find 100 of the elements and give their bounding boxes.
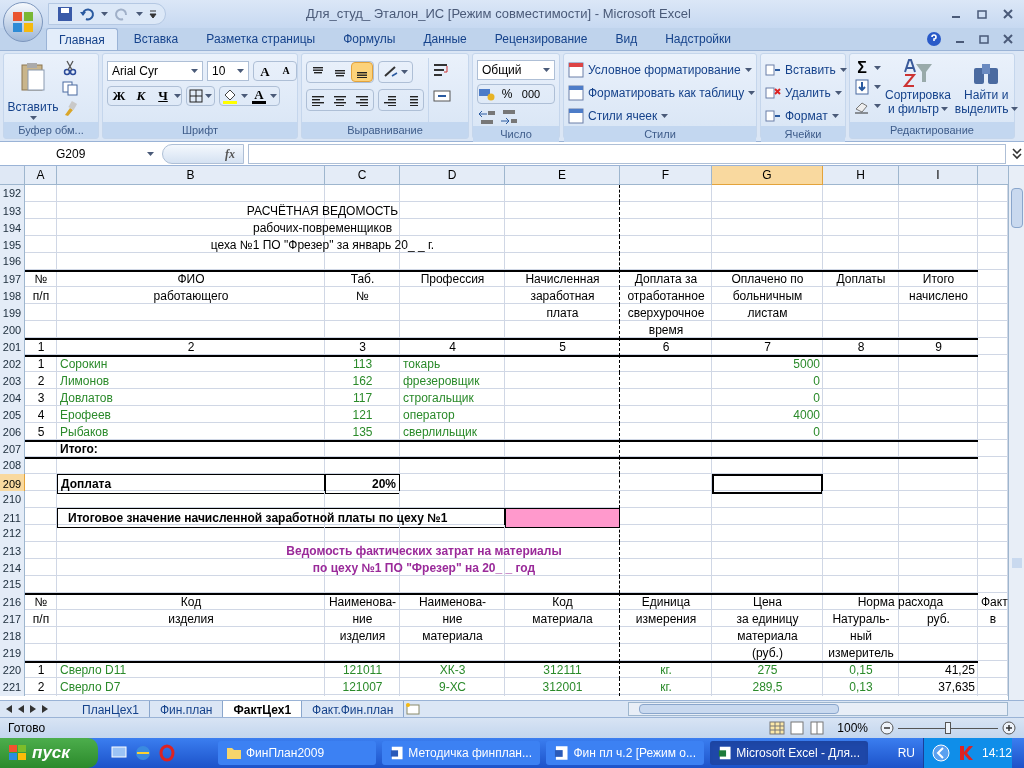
ribbon-tab[interactable]: Данные [411, 28, 479, 50]
column-header[interactable]: C [325, 166, 400, 185]
table-cell[interactable]: фрезеровщик [400, 372, 505, 390]
table-cell[interactable]: Итоговое значение начисленной заработной платы по цеху №1 [57, 508, 505, 528]
selected-cell[interactable] [712, 474, 823, 494]
table-cell[interactable]: работающего [57, 287, 325, 305]
table-cell[interactable]: Факт [978, 593, 1008, 611]
ribbon-tab[interactable]: Разметка страницы [194, 28, 328, 50]
sort-filter-button[interactable]: Сортировка и фильтр [885, 58, 951, 122]
caret-icon[interactable] [874, 66, 881, 70]
caret-icon[interactable] [241, 94, 248, 98]
bold-button[interactable]: Ж [108, 86, 130, 106]
ribbon-tab[interactable]: Рецензирование [482, 28, 600, 50]
table-cell[interactable]: 41,25 [899, 661, 978, 679]
table-cell[interactable]: ние [325, 610, 400, 628]
row-header[interactable]: 207 [0, 440, 25, 458]
taskbar-button[interactable]: Методичка финплан... [382, 741, 540, 765]
table-cell[interactable]: 37,635 [899, 678, 978, 696]
grow-font-button[interactable]: A [254, 62, 276, 80]
row-header[interactable]: 218 [0, 627, 25, 645]
column-header[interactable]: F [620, 166, 712, 185]
row-header[interactable]: 215 [0, 576, 25, 593]
style-menu-button[interactable]: Стили ячеек [568, 106, 756, 126]
table-cell[interactable]: 0 [712, 423, 823, 441]
caret-icon[interactable] [147, 151, 154, 156]
row-header[interactable]: 220 [0, 661, 25, 679]
caret-icon[interactable] [136, 12, 143, 16]
table-cell[interactable]: Цена [712, 593, 823, 611]
column-header[interactable]: G [712, 166, 823, 185]
table-cell[interactable]: по цеху №1 ПО "Фрезер" на 20_ _ год [25, 559, 823, 577]
table-cell[interactable]: 0,15 [823, 661, 899, 679]
table-cell[interactable]: Сверло D11 [57, 661, 325, 679]
row-header[interactable]: 219 [0, 644, 25, 662]
caret-icon[interactable] [29, 116, 37, 120]
horizontal-scrollbar[interactable] [628, 702, 1008, 716]
cells-menu-button[interactable]: Вставить [765, 60, 847, 80]
table-cell[interactable]: 4 [400, 338, 505, 356]
vertical-align-button[interactable] [351, 62, 373, 82]
table-cell[interactable]: Профессия [400, 270, 505, 288]
table-cell[interactable]: измеритель [823, 644, 899, 662]
table-cell[interactable]: 121007 [325, 678, 400, 696]
table-cell[interactable]: ХК-3 [400, 661, 505, 679]
formula-field[interactable] [248, 143, 1006, 164]
table-cell[interactable]: № [325, 287, 400, 305]
currency-icon[interactable] [478, 87, 496, 101]
table-cell[interactable]: Норма расхода [823, 593, 978, 611]
table-cell[interactable]: № [25, 593, 57, 611]
caret-icon[interactable] [839, 68, 847, 72]
row-header[interactable]: 203 [0, 372, 25, 390]
row-header[interactable]: 192 [0, 185, 25, 202]
table-cell[interactable]: оператор [400, 406, 505, 424]
table-cell[interactable]: 3 [325, 338, 400, 356]
table-cell[interactable]: Доплаты [823, 270, 899, 288]
table-cell[interactable]: Код [505, 593, 620, 611]
caret-icon[interactable] [661, 114, 669, 118]
table-cell[interactable]: 9-ХС [400, 678, 505, 696]
table-cell[interactable]: токарь [400, 355, 505, 373]
row-header[interactable]: 213 [0, 542, 25, 560]
row-header[interactable]: 202 [0, 355, 25, 373]
percent-button[interactable]: % [496, 85, 518, 103]
table-cell[interactable]: 5 [25, 423, 57, 441]
table-cell[interactable]: цеха №1 ПО "Фрезер" за январь 20_ _ г. [25, 236, 620, 254]
table-cell[interactable]: 5000 [712, 355, 823, 373]
table-cell[interactable]: кг. [620, 678, 712, 696]
table-cell[interactable]: ФИО [57, 270, 325, 288]
table-cell[interactable]: Итого: [57, 440, 325, 458]
office-button[interactable] [3, 2, 43, 42]
row-header[interactable]: 205 [0, 406, 25, 424]
taskbar-button[interactable]: Фин пл ч.2 [Режим о... [546, 741, 704, 765]
table-cell[interactable]: Ведомость фактических затрат на материалы [25, 542, 823, 560]
vertical-scrollbar[interactable] [1008, 166, 1024, 700]
table-cell[interactable]: плата [505, 304, 620, 322]
table-cell[interactable]: 7 [712, 338, 823, 356]
cells-menu-button[interactable]: Удалить [765, 83, 847, 103]
fill-down-icon[interactable] [854, 79, 870, 95]
table-cell[interactable]: Наименова- [325, 593, 400, 611]
table-cell[interactable]: ние [400, 610, 505, 628]
table-cell[interactable]: 0 [712, 372, 823, 390]
table-cell[interactable]: 4000 [712, 406, 823, 424]
table-cell[interactable]: 275 [712, 661, 823, 679]
zoom-out-icon[interactable] [880, 721, 894, 735]
column-header[interactable]: D [400, 166, 505, 185]
table-cell[interactable]: 113 [325, 355, 400, 373]
language-indicator[interactable]: RU [897, 744, 915, 762]
table-cell[interactable]: 2 [25, 372, 57, 390]
table-cell[interactable]: п/п [25, 610, 57, 628]
table-cell[interactable]: ный [823, 627, 899, 645]
merge-cells-icon[interactable] [433, 88, 451, 104]
table-cell[interactable]: 117 [325, 389, 400, 407]
table-cell[interactable]: листам [712, 304, 823, 322]
restore-icon[interactable] [978, 33, 990, 45]
table-cell[interactable]: 1 [25, 355, 57, 373]
table-cell[interactable]: материала [505, 610, 620, 628]
page-break-icon[interactable] [809, 721, 826, 735]
zoom-in-icon[interactable] [1002, 721, 1016, 735]
caret-icon[interactable] [191, 69, 198, 73]
table-cell[interactable]: материала [712, 627, 823, 645]
decrease-decimal-icon[interactable] [499, 108, 519, 126]
cells-menu-button[interactable]: Формат [765, 106, 847, 126]
table-cell[interactable]: 0 [712, 389, 823, 407]
